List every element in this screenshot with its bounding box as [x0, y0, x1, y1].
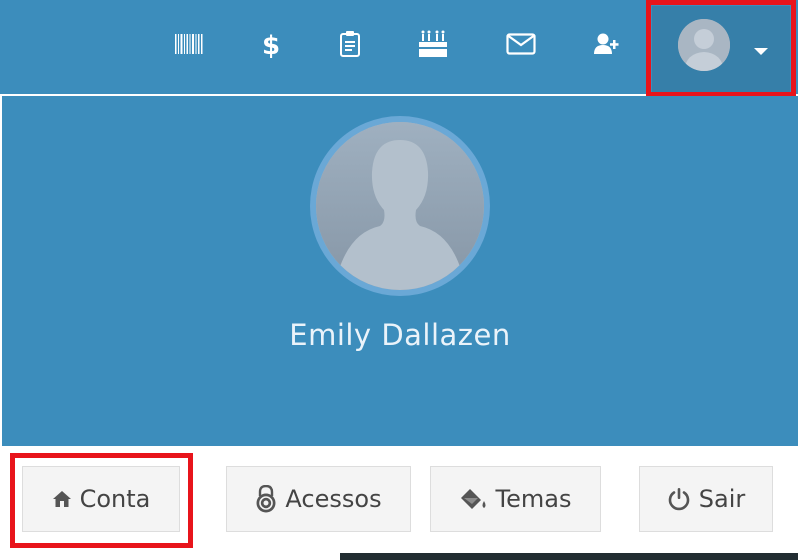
acessos-label: Acessos [285, 485, 382, 513]
paint-bucket-icon [460, 487, 488, 511]
envelope-icon[interactable] [504, 27, 538, 61]
user-header: Emily Dallazen [2, 96, 798, 446]
user-avatar [678, 19, 730, 71]
sidebar-edge [340, 553, 798, 560]
sair-button[interactable]: Sair [639, 466, 773, 532]
temas-button[interactable]: Temas [430, 466, 601, 532]
conta-label: Conta [79, 485, 151, 513]
dollar-icon[interactable]: $ [254, 27, 288, 61]
barcode-icon[interactable] [172, 27, 206, 61]
power-icon [667, 487, 691, 511]
top-navbar: $ [0, 0, 798, 94]
user-name: Emily Dallazen [289, 318, 511, 352]
temas-label: Temas [495, 485, 572, 513]
caret-down-icon [754, 48, 768, 55]
acessos-button[interactable]: Acessos [226, 466, 411, 532]
user-plus-icon[interactable] [590, 27, 624, 61]
clipboard-icon[interactable] [333, 27, 367, 61]
sair-label: Sair [698, 485, 746, 513]
user-profile-image [310, 116, 490, 296]
svg-text:$: $ [262, 31, 280, 59]
birthday-cake-icon[interactable] [416, 27, 450, 61]
user-dropdown: Emily Dallazen Conta Acessos Temas Sair [2, 96, 798, 560]
home-icon [52, 490, 72, 508]
conta-button[interactable]: Conta [22, 466, 180, 532]
padlock-icon [255, 485, 277, 513]
user-menu-toggle[interactable] [652, 6, 790, 92]
